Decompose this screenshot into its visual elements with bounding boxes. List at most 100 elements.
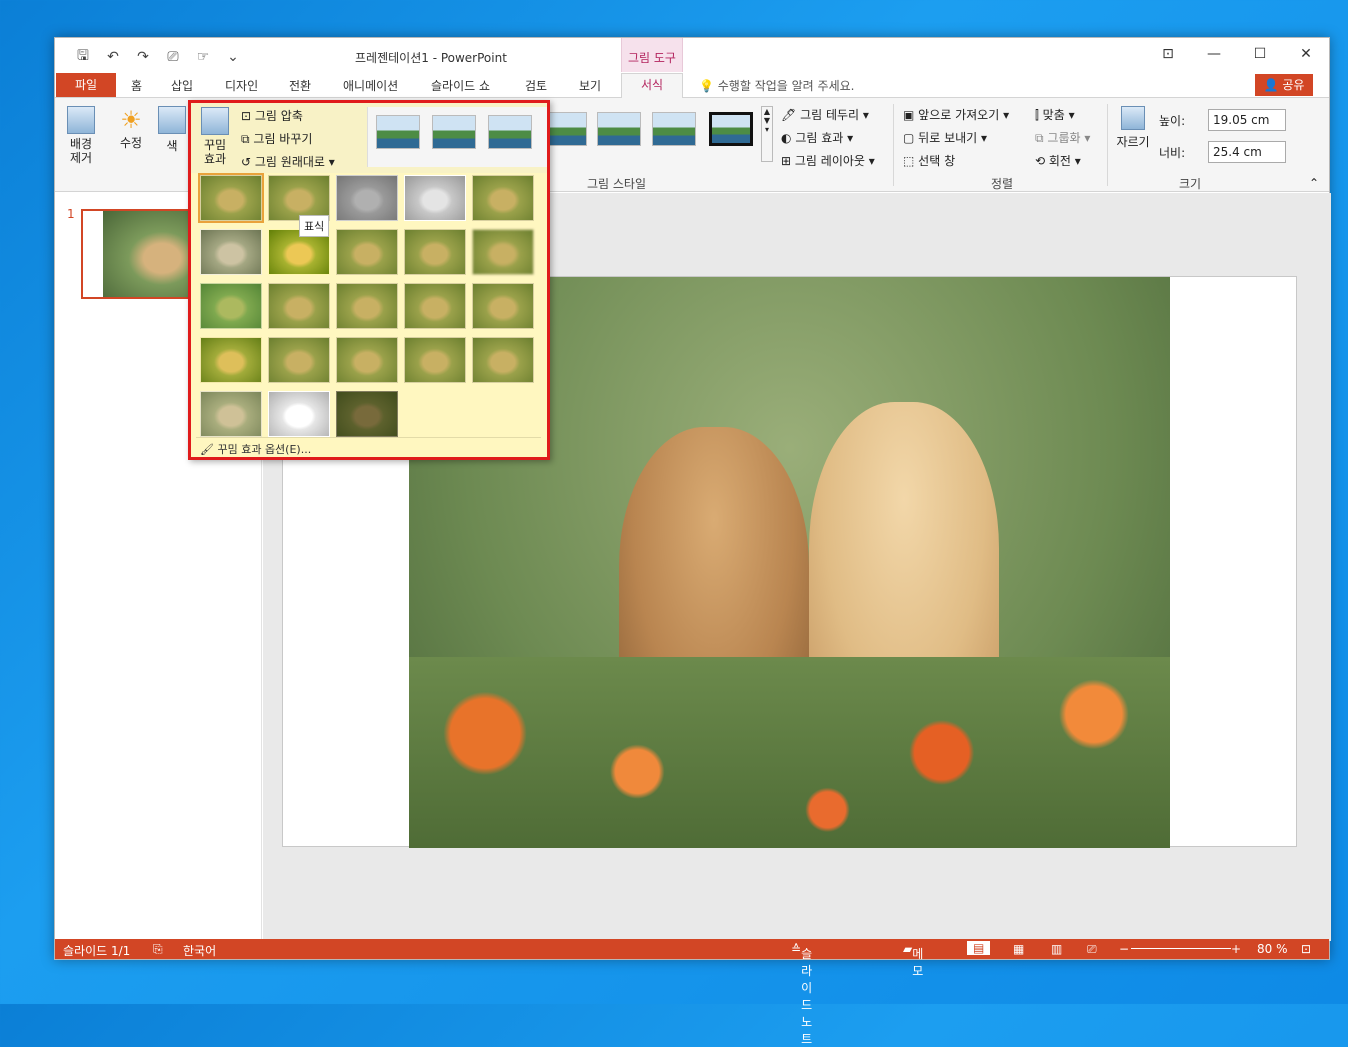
tab-review[interactable]: 검토 [525,77,547,94]
bring-forward-icon: ▣ [903,108,915,122]
color-icon [158,106,186,134]
group-icon: ⧉ [1035,131,1044,145]
height-field[interactable]: 19.05 cm [1208,109,1286,131]
style-thumb-3[interactable] [488,115,532,149]
picture-border-button[interactable]: 🖊 그림 테두리 ▾ [781,106,869,123]
picture-layout-label: 그림 레이아웃 [794,154,865,168]
align-button[interactable]: ⫿ 맞춤 ▾ [1035,106,1075,123]
notes-button[interactable]: ≙ 슬라이드 노트 [791,942,812,1046]
tell-me-box[interactable]: 💡 수행할 작업을 알려 주세요. [699,77,854,94]
picture-layout-button[interactable]: ⊞ 그림 레이아웃 ▾ [781,152,875,169]
artistic-effects-dropdown: 꾸밈 효과 ⊡ 그림 압축 ⧉ 그림 바꾸기 ↺ 그림 원래대로 ▾ 표식 🖌 … [188,100,550,460]
picture-effects-button[interactable]: ◐ 그림 효과 ▾ [781,129,853,146]
artistic-effects-label: 꾸밈 효과 [203,138,227,166]
styles-scroll[interactable]: ▲ ▼ ▾ [761,106,773,162]
tab-format[interactable]: 서식 [621,73,683,99]
effect-cement[interactable] [200,337,262,383]
comments-button[interactable]: ▰ 메모 [903,942,923,978]
effect-chalk-sketch[interactable] [200,229,262,275]
presenter-icon[interactable]: ⎚ [163,49,183,65]
effect-light-screen[interactable] [200,283,262,329]
align-icon: ⫿ [1035,108,1039,122]
effect-blur[interactable] [472,229,534,275]
tab-design[interactable]: 디자인 [225,77,258,94]
width-field[interactable]: 25.4 cm [1208,141,1286,163]
effect-glow-edges[interactable] [336,391,398,437]
adjust-commands: 꾸밈 효과 ⊡ 그림 압축 ⧉ 그림 바꾸기 ↺ 그림 원래대로 ▾ [191,103,547,173]
effect-watercolor-sponge[interactable] [268,283,330,329]
group-button[interactable]: ⧉ 그룹화 ▾ [1035,129,1090,146]
customize-icon[interactable]: ⌄ [223,49,243,65]
rotate-button[interactable]: ⟲ 회전 ▾ [1035,152,1081,169]
send-backward-button[interactable]: ▢ 뒤로 보내기 ▾ [903,129,987,146]
effect-pencil-grayscale[interactable] [336,175,398,221]
effect-mosaic-bubbles[interactable] [404,283,466,329]
tab-slideshow[interactable]: 슬라이드 쇼 [431,77,490,94]
effect-plastic-wrap[interactable] [472,337,534,383]
style-thumb-1[interactable] [376,115,420,149]
reading-view-icon[interactable]: ▥ [1051,942,1062,956]
maximize-icon[interactable]: ☐ [1237,38,1283,70]
minimize-icon[interactable]: — [1191,38,1237,70]
tab-file[interactable]: 파일 [56,73,116,97]
effect-film-grain[interactable] [336,283,398,329]
zoom-out-icon[interactable]: − [1119,942,1129,956]
fit-slide-icon[interactable]: ⊡ [1301,942,1311,956]
bring-forward-button[interactable]: ▣ 앞으로 가져오기 ▾ [903,106,1009,123]
send-backward-label: 뒤로 보내기 [918,131,978,145]
effect-crisscross-etching[interactable] [336,337,398,383]
selection-pane-label: 선택 창 [918,154,956,168]
style-thumb-7[interactable] [709,112,753,146]
effect-paint-brush[interactable] [336,229,398,275]
normal-view-icon[interactable]: ▤ [967,941,991,955]
style-thumb-6[interactable] [652,112,696,146]
effect-glow-diffused[interactable] [404,229,466,275]
artistic-effects-button[interactable]: 꾸밈 효과 [197,107,233,166]
slideshow-view-icon[interactable]: ⎚ [1087,942,1097,957]
style-thumb-5[interactable] [597,112,641,146]
effect-texturizer[interactable] [268,337,330,383]
brush-icon: 🖌 [200,443,214,456]
effect-none[interactable] [198,173,264,223]
compress-pictures-button[interactable]: ⊡ 그림 압축 [241,107,303,124]
tab-view[interactable]: 보기 [579,77,601,94]
touch-icon[interactable]: ☞ [193,49,213,65]
effects-icon: ◐ [781,131,792,145]
effect-photocopy[interactable] [268,391,330,437]
effect-glass[interactable] [472,283,534,329]
zoom-in-icon[interactable]: + [1231,942,1241,956]
undo-icon[interactable]: ↶ [103,49,123,65]
tab-insert[interactable]: 삽입 [171,77,193,94]
redo-icon[interactable]: ↷ [133,49,153,65]
remove-background-button[interactable]: 배경 제거 [63,106,99,165]
corrections-button[interactable]: ☀ 수정 [113,106,149,151]
slide-sorter-icon[interactable]: ▦ [1013,942,1024,956]
effect-cutout[interactable] [200,391,262,437]
share-button[interactable]: 👤 공유 [1255,74,1313,96]
crop-button[interactable]: 자르기 [1115,106,1151,150]
spelling-icon[interactable]: ⎘ [153,942,163,957]
change-picture-button[interactable]: ⧉ 그림 바꾸기 [241,130,312,147]
zoom-level[interactable]: 80 % [1257,942,1288,956]
zoom-slider[interactable] [1131,948,1231,949]
effect-line-drawing[interactable] [472,175,534,221]
tab-transitions[interactable]: 전환 [289,77,311,94]
effect-pencil-sketch[interactable] [404,175,466,221]
language-indicator[interactable]: 한국어 [183,942,216,959]
close-icon[interactable]: ✕ [1283,38,1329,70]
tell-me-text: 수행할 작업을 알려 주세요. [717,79,855,93]
effect-pastels-smooth[interactable] [404,337,466,383]
selection-pane-button[interactable]: ⬚ 선택 창 [903,152,955,169]
collapse-ribbon-icon[interactable]: ⌃ [1309,176,1319,190]
save-icon[interactable]: 🖫 [73,45,93,69]
style-thumb-2[interactable] [432,115,476,149]
tab-animations[interactable]: 애니메이션 [343,77,398,94]
pen-icon: 🖊 [781,108,797,122]
tab-home[interactable]: 홈 [131,77,142,94]
artistic-effects-options-link[interactable]: 🖌 꾸밈 효과 옵션(E)... [200,441,311,457]
reset-picture-button[interactable]: ↺ 그림 원래대로 ▾ [241,153,335,170]
remove-background-icon [67,106,95,134]
color-button[interactable]: 색 [157,106,187,154]
bring-forward-label: 앞으로 가져오기 [918,108,1000,122]
ribbon-display-icon[interactable]: ⊡ [1145,38,1191,70]
